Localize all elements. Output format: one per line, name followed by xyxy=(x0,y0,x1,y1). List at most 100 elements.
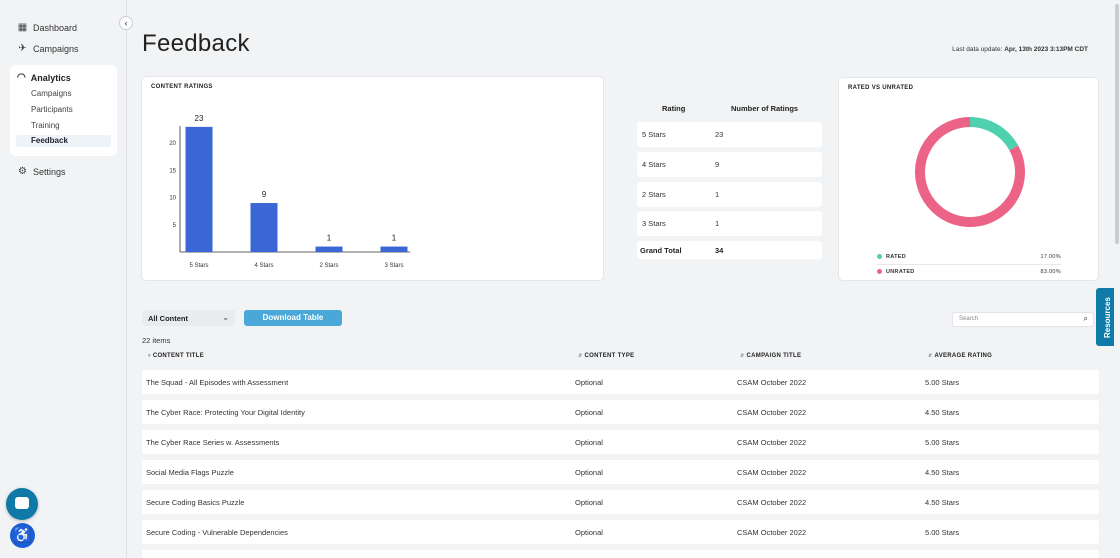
chat-icon xyxy=(15,497,29,509)
chevron-down-icon: ⌄ xyxy=(222,313,229,322)
x-tick-label: 3 Stars xyxy=(384,263,403,269)
content-filter-value: All Content xyxy=(148,314,188,323)
nav-campaigns-label: Campaigns xyxy=(33,43,79,54)
unrated-dot xyxy=(877,269,882,275)
cell-campaign-title: CSAM October 2022 xyxy=(737,408,807,417)
cell-campaign-title: CSAM October 2022 xyxy=(737,438,807,447)
nav-analytics[interactable]: ◠ Analytics xyxy=(17,72,71,83)
cell-content-title: Secure Coding - Vulnerable Dependencies xyxy=(146,528,288,537)
cell-content-title: Secure Coding Basics Puzzle xyxy=(146,498,245,507)
resources-label: Resources xyxy=(1103,297,1112,338)
scrollbar-thumb[interactable] xyxy=(1115,4,1119,244)
rated-vs-unrated-chart xyxy=(915,117,1025,227)
nav-settings-label: Settings xyxy=(33,166,66,177)
bar-value-label: 1 xyxy=(392,234,397,243)
ratings-row-count: 9 xyxy=(715,160,720,169)
page-scrollbar[interactable] xyxy=(1114,0,1120,558)
table-row[interactable]: The Cyber Race Series w. Assessments Opt… xyxy=(142,430,1099,454)
search-input[interactable]: Search ⌕ xyxy=(952,312,1094,327)
cell-content-type: Optional xyxy=(575,498,603,507)
cell-campaign-title: CSAM October 2022 xyxy=(737,498,807,507)
analytics-group: ◠ Analytics Campaigns Participants Train… xyxy=(10,65,117,156)
cell-average-rating: 4.50 Stars xyxy=(925,408,960,417)
header-average-rating[interactable]: ⇵ AVERAGE RATING xyxy=(928,353,992,359)
ratings-row-label: 4 Stars xyxy=(642,160,666,169)
bar-value-label: 9 xyxy=(262,190,267,199)
nav-campaigns[interactable]: ✈ Campaigns xyxy=(17,43,79,54)
header-content-type-label: CONTENT TYPE xyxy=(584,353,635,359)
sidebar: ▦ Dashboard ✈ Campaigns ◠ Analytics Camp… xyxy=(0,0,127,558)
search-placeholder: Search xyxy=(959,316,979,322)
nav-settings[interactable]: ⚙ Settings xyxy=(17,166,66,177)
legend-unrated-label: UNRATED xyxy=(886,269,915,275)
legend-unrated: UNRATED 83.00% xyxy=(877,269,1061,275)
ratings-row-count: 1 xyxy=(715,219,720,228)
y-tick-label: 20 xyxy=(169,141,176,147)
table-row[interactable]: The Squad - All Episodes with Assessment… xyxy=(142,370,1099,394)
legend-rated-label: RATED xyxy=(886,254,907,260)
accessibility-icon: ♿ xyxy=(13,527,32,544)
table-row-partial xyxy=(142,550,1099,558)
rated-dot xyxy=(877,254,882,260)
table-row[interactable]: The Cyber Race: Protecting Your Digital … xyxy=(142,400,1099,424)
table-row[interactable]: Secure Coding Basics Puzzle Optional CSA… xyxy=(142,490,1099,514)
header-content-type[interactable]: ⇵ CONTENT TYPE xyxy=(578,353,634,359)
cell-content-title: The Squad - All Episodes with Assessment xyxy=(146,378,289,387)
last-update-label: Last data update: xyxy=(952,46,1003,53)
content-ratings-card: CONTENT RATINGS 5 10 15 20 23 5 Stars 9 4 Stars… xyxy=(142,77,603,280)
table-row[interactable]: Social Media Flags Puzzle Optional CSAM … xyxy=(142,460,1099,484)
download-table-button[interactable]: Download Table xyxy=(244,310,342,326)
cell-content-type: Optional xyxy=(575,528,603,537)
header-content-title[interactable]: ▾ CONTENT TITLE xyxy=(148,353,204,359)
gear-icon: ⚙ xyxy=(18,166,27,177)
x-tick-label: 4 Stars xyxy=(254,263,273,269)
last-data-update: Last data update: Apr, 13th 2023 3:13PM … xyxy=(952,46,1088,53)
x-tick-label: 5 Stars xyxy=(189,263,208,269)
header-campaign-title[interactable]: ⇵ CAMPAIGN TITLE xyxy=(740,353,801,359)
sort-desc-icon: ▾ xyxy=(148,353,151,359)
bar xyxy=(250,203,278,252)
sub-nav-training[interactable]: Training xyxy=(31,121,60,130)
ratings-row: 2 Stars 1 xyxy=(637,182,822,207)
cell-content-title: Social Media Flags Puzzle xyxy=(146,468,234,477)
ratings-row: 4 Stars 9 xyxy=(637,152,822,177)
ratings-row-count: 1 xyxy=(715,190,720,199)
ratings-grand-total: Grand Total 34 xyxy=(637,241,822,259)
legend-rated-pct: 17.00% xyxy=(1040,254,1061,260)
nav-dashboard[interactable]: ▦ Dashboard xyxy=(17,22,77,33)
ratings-row-label: 5 Stars xyxy=(642,130,666,139)
sort-icon: ⇵ xyxy=(740,353,745,359)
sub-nav-feedback[interactable]: Feedback xyxy=(16,135,111,147)
dashboard-icon: ▦ xyxy=(17,22,28,33)
header-campaign-title-label: CAMPAIGN TITLE xyxy=(746,353,802,359)
bar xyxy=(315,246,343,252)
nav-dashboard-label: Dashboard xyxy=(33,22,78,33)
collapse-sidebar-button[interactable]: ‹ xyxy=(119,16,133,30)
ratings-header-count: Number of Ratings xyxy=(731,104,799,113)
chat-button[interactable] xyxy=(6,488,38,520)
legend-rated: RATED 17.00% xyxy=(877,254,1061,265)
accessibility-button[interactable]: ♿ xyxy=(10,523,35,548)
nav-analytics-label: Analytics xyxy=(30,72,71,83)
bar xyxy=(185,126,213,252)
items-count: 22 items xyxy=(142,336,171,345)
bar-value-label: 23 xyxy=(195,114,204,123)
sub-nav-campaigns[interactable]: Campaigns xyxy=(31,89,71,98)
ratings-row-label: 2 Stars xyxy=(642,190,666,199)
cell-average-rating: 5.00 Stars xyxy=(925,378,960,387)
x-tick-label: 2 Stars xyxy=(319,263,338,269)
ratings-header-rating: Rating xyxy=(662,104,686,113)
bar-value-label: 1 xyxy=(327,234,332,243)
y-tick-label: 10 xyxy=(169,196,176,202)
rated-vs-unrated-card: RATED VS UNRATED xyxy=(839,78,1098,280)
cell-campaign-title: CSAM October 2022 xyxy=(737,468,807,477)
table-row[interactable]: Secure Coding - Vulnerable Dependencies … xyxy=(142,520,1099,544)
chevron-left-icon: ‹ xyxy=(124,18,128,28)
content-filter-select[interactable]: All Content ⌄ xyxy=(142,310,235,326)
last-update-value: Apr, 13th 2023 3:13PM CDT xyxy=(1004,46,1088,53)
cell-content-title: The Cyber Race Series w. Assessments xyxy=(146,438,280,447)
grand-total-label: Grand Total xyxy=(640,246,682,255)
sub-nav-participants[interactable]: Participants xyxy=(31,105,73,114)
y-tick-label: 15 xyxy=(169,168,176,174)
header-average-rating-label: AVERAGE RATING xyxy=(934,353,993,359)
